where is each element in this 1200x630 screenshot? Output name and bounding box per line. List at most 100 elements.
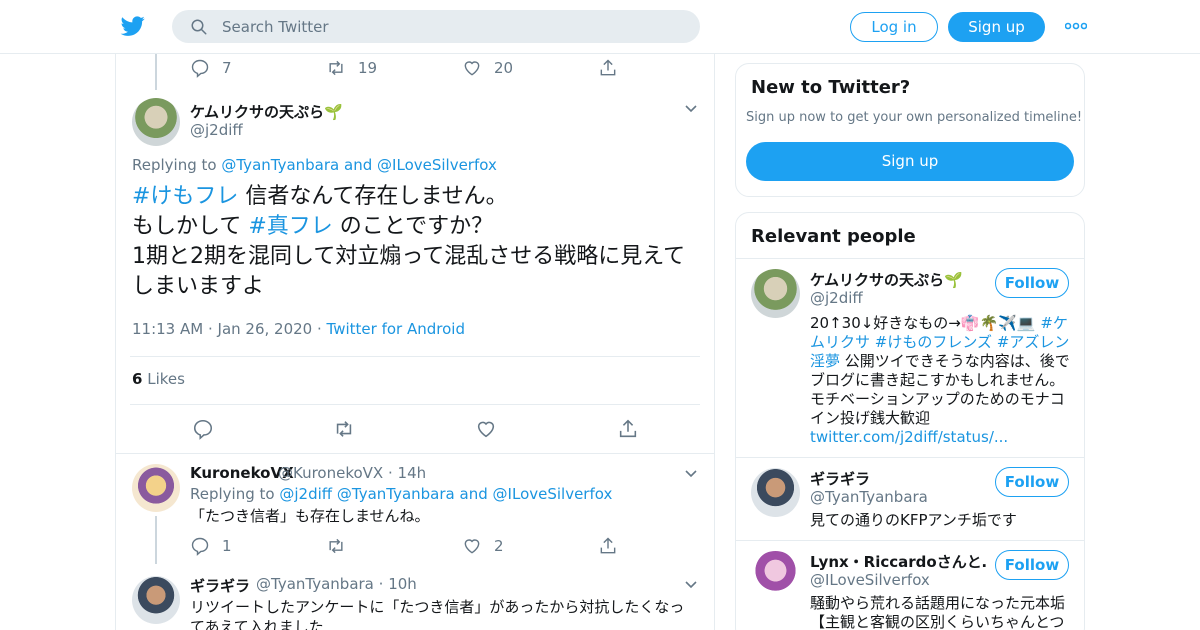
twitter-bird-icon[interactable] — [120, 14, 146, 38]
divider — [130, 356, 700, 357]
likes-label: Likes — [147, 370, 185, 388]
tweet-age[interactable]: 14h — [398, 464, 427, 482]
mention-link[interactable]: @ILoveSilverfox — [377, 156, 497, 174]
person-handle[interactable]: @j2diff — [810, 289, 863, 307]
signup-button[interactable]: Sign up — [746, 142, 1074, 181]
retweet-icon — [336, 421, 352, 437]
tweet-text: 「たつき信者」も存在しませんね。 — [190, 507, 430, 525]
person-bio: 20↑30↓好きなもの→👘🌴✈️💻 #ケムリクサ #けものフレンズ #アズレン … — [810, 314, 1074, 447]
hashtag-link[interactable]: #けもフレ — [132, 184, 238, 209]
mention-and: and — [344, 156, 373, 174]
avatar[interactable] — [751, 551, 800, 600]
mention-link[interactable]: @TyanTyanbara — [221, 156, 339, 174]
tweet-time[interactable]: 11:13 AM — [132, 320, 203, 338]
bio-text: 公開ツイできそうな内容は、後でブログに書き起こすかもしれません。 モチベーション… — [810, 352, 1070, 427]
prev-tweet-actions: 7 19 20 — [190, 58, 630, 82]
thread-line — [155, 516, 157, 564]
follow-button[interactable]: Follow — [995, 268, 1069, 298]
reply-icon — [191, 59, 209, 78]
like-count: 20 — [494, 59, 514, 77]
tweet-age[interactable]: 10h — [388, 575, 417, 593]
hashtag-link[interactable]: #真フレ — [248, 214, 332, 239]
retweet-action[interactable] — [326, 536, 346, 556]
share-action[interactable] — [598, 536, 618, 556]
signup-button[interactable]: Sign up — [948, 12, 1045, 42]
search-icon — [191, 19, 207, 35]
chevron-down-icon[interactable] — [684, 467, 698, 481]
person-name[interactable]: ギラギラ — [810, 468, 870, 489]
person-name[interactable]: ケムリクサの天ぷら🌱 — [810, 269, 963, 290]
relevant-people-card: Relevant people ケムリクサの天ぷら🌱 @j2diff Follo… — [735, 212, 1085, 630]
tweet-text-line1: 信者なんて存在しません。 — [238, 184, 508, 209]
reply-action[interactable]: 7 — [190, 58, 232, 78]
author-handle[interactable]: @TyanTyanbara — [256, 575, 374, 593]
card-title: New to Twitter? — [751, 77, 911, 98]
main-tweet-actions — [192, 418, 642, 442]
tweet-source[interactable]: Twitter for Android — [327, 320, 465, 338]
heart-icon — [464, 539, 480, 554]
reply-action[interactable]: 1 — [190, 536, 232, 556]
chevron-down-icon[interactable] — [684, 102, 698, 116]
avatar[interactable] — [132, 464, 180, 512]
like-action[interactable]: 2 — [462, 536, 504, 556]
retweet-action[interactable]: 19 — [326, 58, 377, 78]
reply-icon — [193, 419, 213, 440]
tweet-date[interactable]: Jan 26, 2020 — [218, 320, 313, 338]
top-bar: Search Twitter Log in Sign up — [0, 0, 1200, 54]
card-title: Relevant people — [751, 226, 916, 247]
divider — [736, 457, 1084, 458]
avatar[interactable] — [132, 576, 180, 624]
retweet-count: 19 — [358, 59, 378, 77]
like-action[interactable] — [475, 418, 497, 440]
person-handle[interactable]: @TyanTyanbara — [810, 488, 928, 506]
meta-dot: · — [317, 320, 327, 338]
reply-count: 7 — [222, 59, 232, 77]
author-handle[interactable]: @KuronekoVX — [278, 464, 383, 482]
divider — [736, 540, 1084, 541]
card-subtitle: Sign up now to get your own personalized… — [746, 110, 1083, 125]
bio-link[interactable]: twitter.com/j2diff/status/... — [810, 428, 1008, 446]
replying-prefix: Replying to — [190, 485, 275, 503]
thread-line — [155, 54, 157, 90]
author-name[interactable]: ギラギラ — [190, 575, 250, 596]
search-input[interactable]: Search Twitter — [222, 18, 329, 36]
chevron-down-icon[interactable] — [684, 578, 698, 592]
mention-link[interactable]: @ILoveSilverfox — [493, 485, 613, 503]
follow-button[interactable]: Follow — [995, 467, 1069, 497]
mention-link[interactable]: @j2diff @TyanTyanbara — [279, 485, 454, 503]
person-bio: 騒動やら荒れる話題用になった元本垢【主観と客観の区別くらいちゃんとつ — [810, 594, 1066, 630]
avatar[interactable] — [751, 269, 800, 318]
share-icon — [600, 59, 616, 76]
share-action[interactable] — [617, 418, 639, 440]
avatar[interactable] — [751, 468, 800, 517]
tweet-separator — [116, 453, 714, 454]
replying-to: Replying to @TyanTyanbara and @ILoveSilv… — [132, 156, 497, 174]
mention-and: and — [459, 485, 488, 503]
more-options-icon[interactable] — [1065, 14, 1087, 38]
person-name[interactable]: Lynx・Riccardoさんと… — [810, 551, 986, 572]
likes-summary[interactable]: 6 Likes — [132, 370, 185, 388]
tweet-text: #けもフレ 信者なんて存在しません。 もしかして #真フレ のことですか？ 1期… — [132, 182, 702, 302]
tweet-header-meta: @TyanTyanbara · 10h — [256, 575, 417, 593]
share-action[interactable] — [598, 58, 618, 78]
like-action[interactable]: 20 — [462, 58, 513, 78]
like-count: 2 — [494, 537, 504, 555]
reply1-actions: 1 2 — [190, 536, 630, 560]
tweet-text: リツイートしたアンケートに「たつき信者」があったから対抗したくなってあえて入れま… — [190, 598, 685, 630]
author-handle[interactable]: @j2diff — [190, 121, 243, 139]
search-box[interactable]: Search Twitter — [172, 10, 700, 43]
follow-button[interactable]: Follow — [995, 550, 1069, 580]
divider — [736, 258, 1084, 259]
new-to-twitter-card: New to Twitter? Sign up now to get your … — [735, 63, 1085, 197]
tweet-meta: 11:13 AM · Jan 26, 2020 · Twitter for An… — [132, 320, 465, 338]
tweet-text-line2-pre: もしかして — [132, 214, 249, 239]
person-handle[interactable]: @ILoveSilverfox — [810, 571, 930, 589]
meta-dot: · — [207, 320, 218, 338]
login-button[interactable]: Log in — [850, 12, 938, 42]
share-icon — [619, 419, 637, 438]
author-name[interactable]: ケムリクサの天ぷら🌱 — [190, 101, 343, 122]
divider — [130, 404, 700, 405]
retweet-action[interactable] — [333, 418, 355, 440]
avatar[interactable] — [132, 98, 180, 146]
reply-action[interactable] — [192, 418, 214, 440]
